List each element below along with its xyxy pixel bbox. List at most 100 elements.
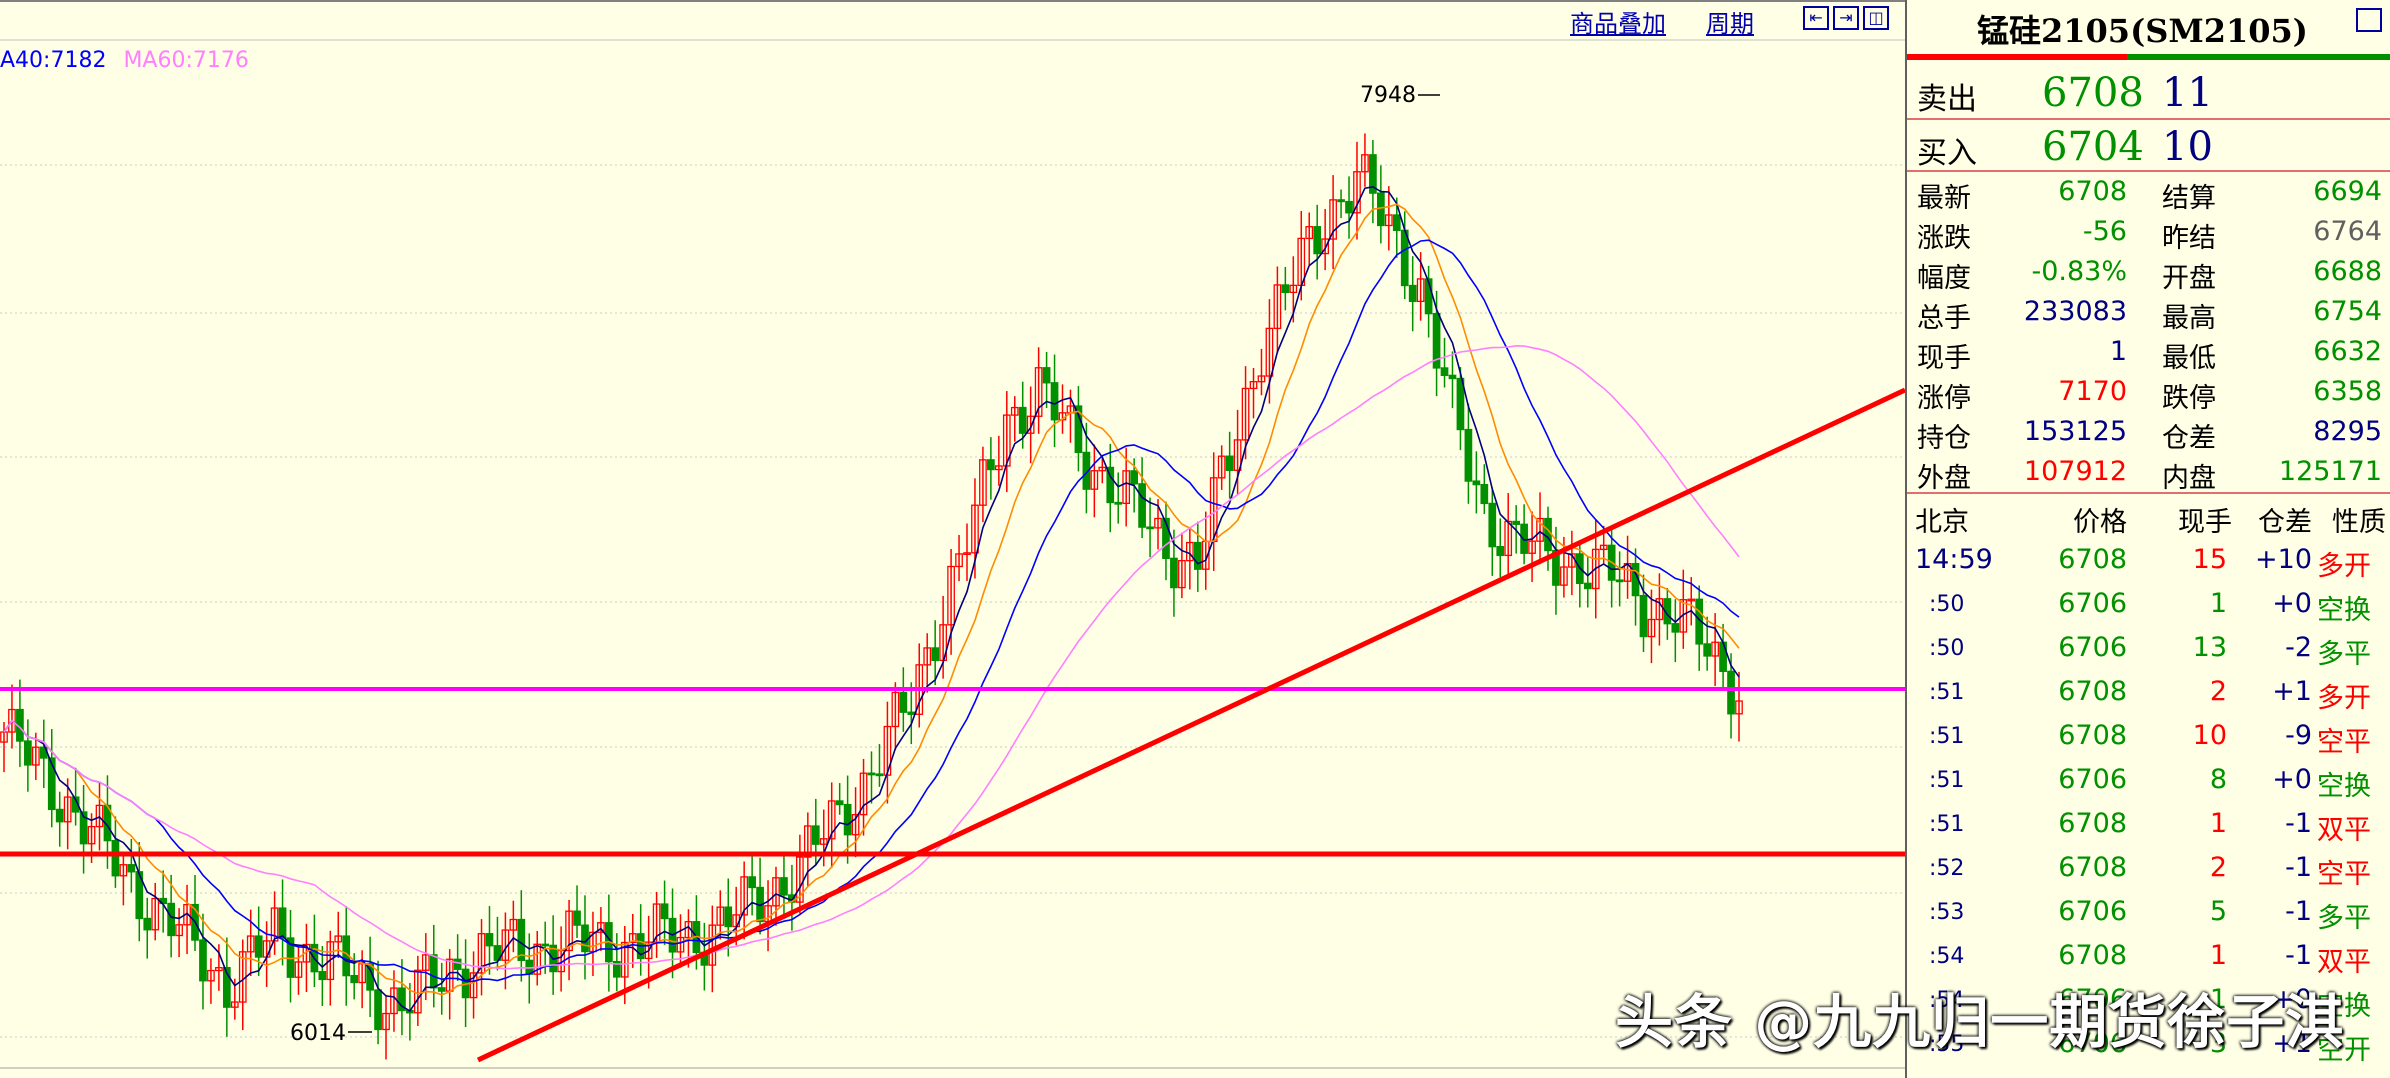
contract-title: 锰硅2105(SM2105): [1977, 12, 2308, 50]
stat-value: 6708: [2058, 176, 2127, 207]
stat-row: 涨跌 -56 昨结 6764: [1907, 212, 2390, 254]
stat-label: 最低: [2162, 343, 2216, 374]
stat-label: 昨结: [2162, 223, 2216, 254]
tick-price: 6708: [2058, 676, 2127, 707]
candle-body: [867, 772, 876, 776]
tick-nature: 空换: [2317, 595, 2371, 626]
candle-body: [1392, 214, 1401, 231]
candle-body: [1313, 226, 1322, 255]
candle-body: [453, 958, 462, 970]
candle-body: [318, 971, 327, 981]
candle-body: [1400, 229, 1409, 287]
tick-time: :51: [1929, 680, 1965, 705]
tick-volume: 13: [2192, 632, 2227, 663]
candle-body: [1703, 643, 1712, 657]
stat-row: 持仓 153125 仓差 8295: [1907, 412, 2390, 454]
candle-body: [573, 910, 581, 926]
candle-body: [437, 987, 446, 992]
stat-row: 最新 6708 结算 6694: [1907, 172, 2390, 214]
tick-position: -9: [2285, 720, 2312, 751]
candle-body: [1480, 483, 1489, 505]
tick-volume: 10: [2192, 720, 2227, 751]
stat-label: 最新: [1917, 183, 1971, 214]
tick-nature: 多开: [2317, 683, 2371, 714]
candle-body: [724, 906, 733, 928]
tick-price: 6706: [2058, 896, 2127, 927]
tick-row: :50 6706 1 +0 空换: [1907, 582, 2390, 626]
tick-volume: 2: [2209, 852, 2227, 883]
scroll-right-icon[interactable]: ⇥: [1833, 6, 1859, 30]
tick-position: +0: [2272, 588, 2312, 619]
tick-price: 6708: [2058, 544, 2127, 575]
stat-value: 6632: [2313, 336, 2382, 367]
tick-position: -1: [2285, 940, 2312, 971]
kline-chart[interactable]: 7948 6014 A40:7182 MA60:7176 商品叠加 周期 ⇤ ⇥ …: [0, 0, 1905, 1078]
candle-body: [1615, 579, 1624, 583]
maximize-icon[interactable]: [2356, 8, 2382, 32]
candle-body: [1114, 501, 1123, 505]
candle-body: [1050, 382, 1059, 421]
sell-row: 卖出 6708 11: [1907, 66, 2390, 117]
ma-legend: A40:7182 MA60:7176: [0, 48, 249, 73]
period-button[interactable]: 周期: [1706, 4, 1754, 39]
stat-label: 涨停: [1917, 383, 1971, 414]
quote-panel: 锰硅2105(SM2105) 卖出 6708 11 买入 6704 10 最新 6…: [1905, 0, 2390, 1078]
tick-price: 6708: [2058, 720, 2127, 751]
ma5-line: [3, 185, 1740, 1012]
kline-svg[interactable]: 7948 6014: [0, 0, 1905, 1078]
candle-body: [1345, 200, 1353, 214]
stat-label: 开盘: [2162, 263, 2216, 294]
tick-volume: 1: [2209, 808, 2227, 839]
low-label: 6014: [290, 1021, 346, 1046]
candle-body: [843, 803, 852, 836]
candle-body: [780, 877, 788, 896]
tick-nature: 多开: [2317, 551, 2371, 582]
buy-label: 买入: [1917, 136, 1977, 171]
tick-row: :54 6708 1 -1 双平: [1907, 934, 2390, 978]
candle-body: [1440, 367, 1449, 377]
tick-nature: 空平: [2317, 859, 2371, 890]
stat-label: 持仓: [1917, 423, 1971, 454]
candle-body: [485, 933, 494, 947]
candle-body: [1448, 374, 1457, 380]
candle-body: [660, 903, 669, 920]
candle-body: [1130, 470, 1138, 485]
candle-body: [1671, 623, 1680, 633]
stat-value: -0.83%: [2031, 256, 2127, 287]
stat-value: 125171: [2278, 456, 2382, 487]
candle-body: [111, 839, 120, 877]
candle-body: [199, 939, 207, 982]
stat-label: 总手: [1917, 303, 1971, 334]
tick-nature: 多平: [2317, 639, 2371, 670]
tick-price: 6708: [2058, 940, 2127, 971]
candle-body: [987, 459, 995, 471]
candle-body: [1377, 192, 1385, 227]
tick-volume: 1: [2209, 940, 2227, 971]
tick-row: :51 6708 1 -1 双平: [1907, 802, 2390, 846]
sell-volume: 11: [2162, 70, 2213, 116]
tick-volume: 15: [2192, 544, 2227, 575]
tick-time: :51: [1929, 724, 1965, 749]
watermark: 头条 @九九归一期货徐子淇: [1615, 988, 2345, 1056]
candle-body: [1281, 284, 1290, 294]
stat-label: 结算: [2162, 183, 2216, 214]
stat-value: 233083: [2023, 296, 2127, 327]
stat-label: 现手: [1917, 343, 1971, 374]
tick-nature: 多平: [2317, 903, 2371, 934]
stat-row: 幅度 -0.83% 开盘 6688: [1907, 252, 2390, 294]
candle-body: [1472, 480, 1481, 486]
candle-body: [1520, 523, 1528, 554]
scroll-left-icon[interactable]: ⇤: [1803, 6, 1829, 30]
tick-header-position: 仓差: [2258, 507, 2312, 538]
overlay-button[interactable]: 商品叠加: [1570, 4, 1666, 39]
stat-value: 6358: [2313, 376, 2382, 407]
stat-row: 外盘 107912 内盘 125171: [1907, 452, 2390, 494]
panel-toggle-icon[interactable]: ◫: [1863, 6, 1889, 30]
stat-row: 涨停 7170 跌停 6358: [1907, 372, 2390, 414]
sell-label: 卖出: [1917, 82, 1977, 117]
stat-label: 外盘: [1917, 463, 1971, 494]
candle-body: [350, 974, 359, 984]
tick-row: :52 6708 2 -1 空平: [1907, 846, 2390, 890]
stat-value: 7170: [2058, 376, 2127, 407]
candle-body: [907, 711, 916, 715]
